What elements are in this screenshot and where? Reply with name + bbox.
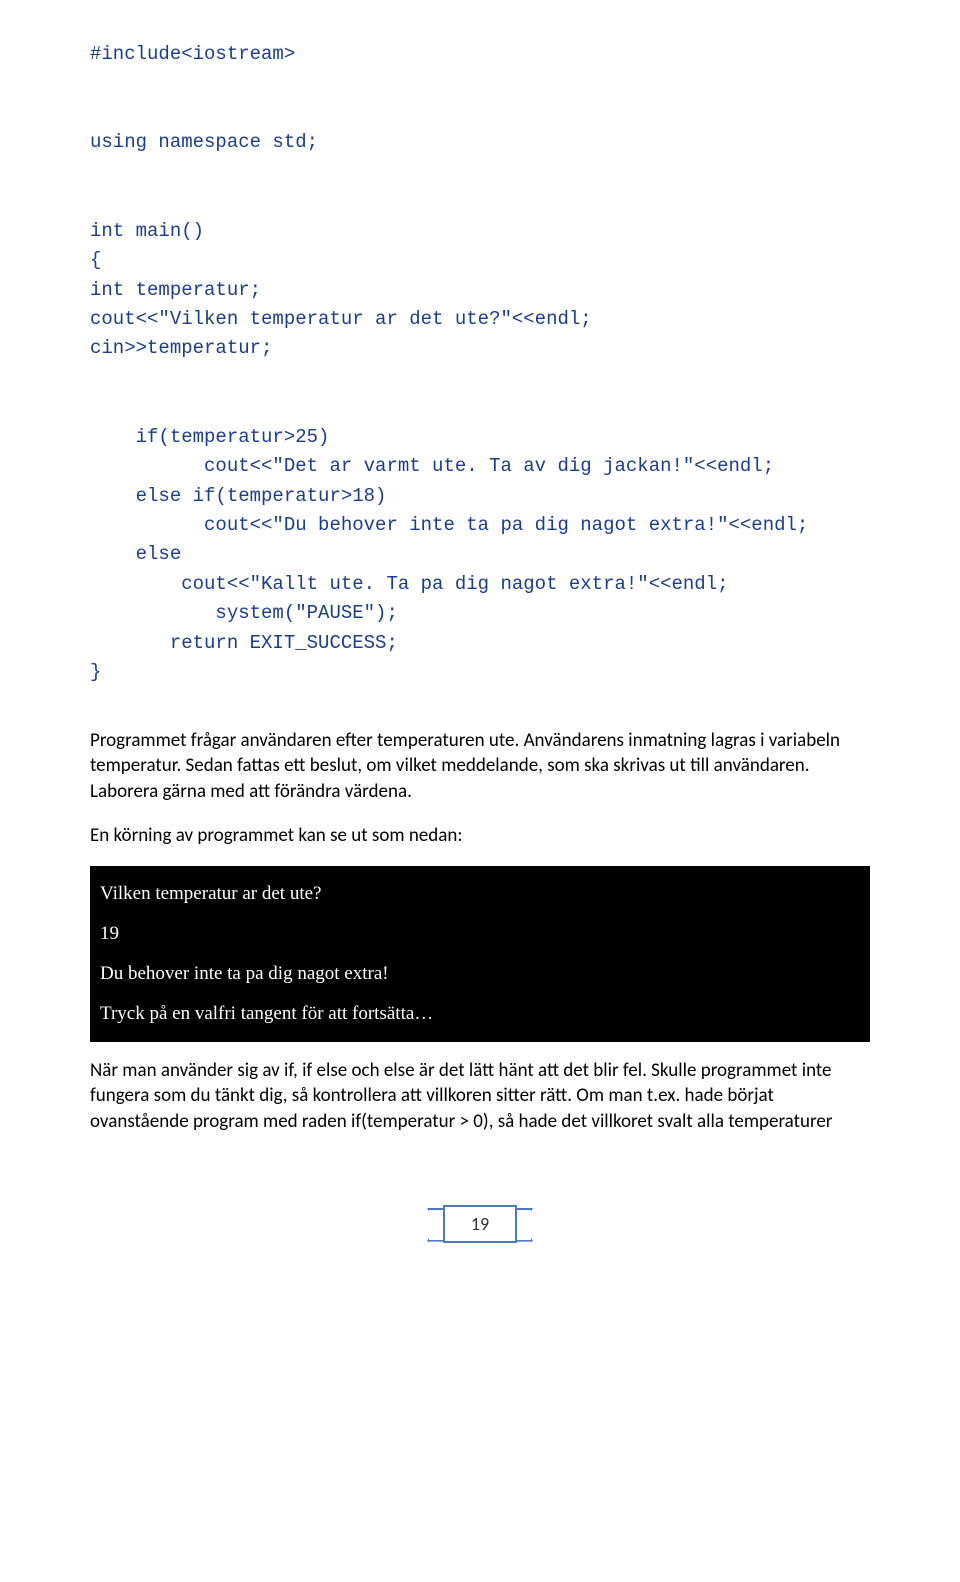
paragraph-2: En körning av programmet kan se ut som n…: [90, 823, 870, 849]
document-page: #include<iostream> using namespace std; …: [0, 0, 960, 1273]
console-output: Vilken temperatur ar det ute? 19 Du beho…: [90, 866, 870, 1042]
page-footer: 19: [90, 1205, 870, 1243]
page-number: 19: [443, 1205, 517, 1243]
paragraph-3: När man använder sig av if, if else och …: [90, 1058, 870, 1135]
code-block: #include<iostream> using namespace std; …: [90, 40, 870, 688]
paragraph-1: Programmet frågar användaren efter tempe…: [90, 728, 870, 805]
page-number-ribbon: 19: [443, 1205, 517, 1243]
